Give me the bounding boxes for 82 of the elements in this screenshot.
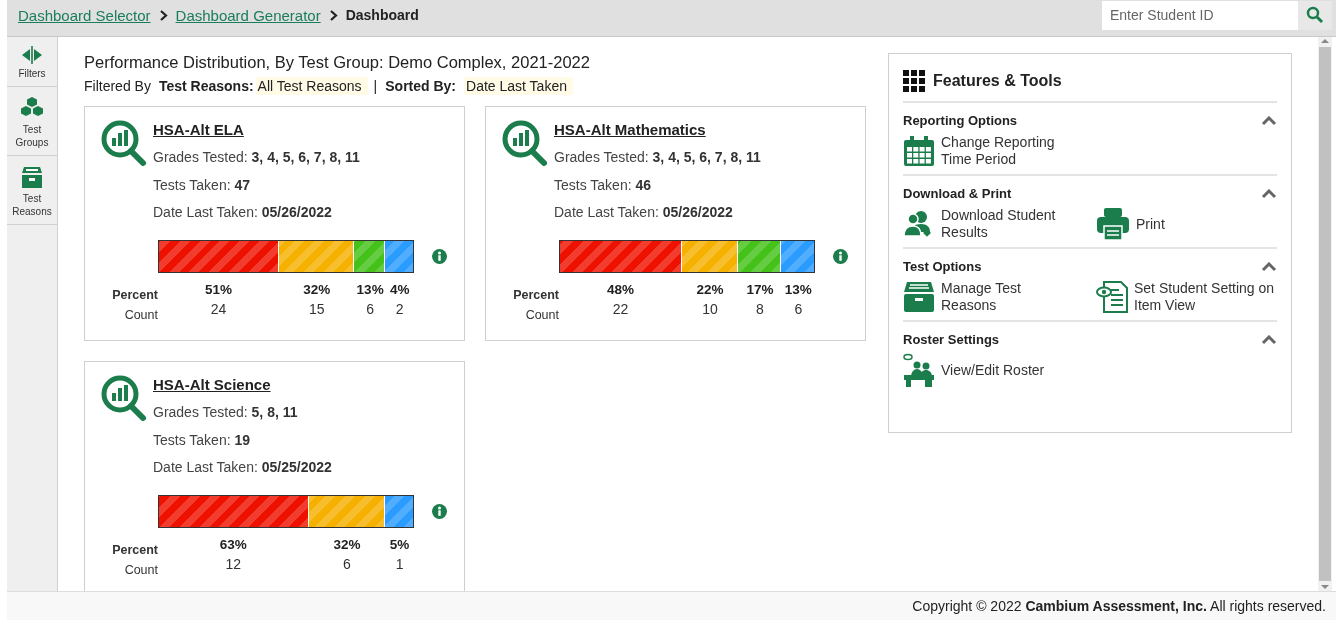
count-value: 15 xyxy=(309,299,325,319)
info-icon[interactable] xyxy=(432,248,447,264)
test-group-link[interactable]: HSA-Alt ELA xyxy=(153,121,244,138)
percent-value: 13% xyxy=(356,280,384,299)
percent-value: 48% xyxy=(606,280,634,299)
count-value: 12 xyxy=(225,554,242,574)
breadcrumb-current: Dashboard xyxy=(345,7,419,23)
percent-value: 13% xyxy=(784,280,812,299)
search-icon xyxy=(1306,6,1324,24)
test-group-link[interactable]: HSA-Alt Mathematics xyxy=(554,121,706,138)
panel-title: Features & Tools xyxy=(933,72,1062,90)
grid-icon xyxy=(903,70,925,92)
chart-search-icon xyxy=(99,119,149,169)
count-value: 6 xyxy=(343,554,351,574)
card-detail: Tests Taken: 47 xyxy=(153,175,252,195)
page-title: Performance Distribution, By Test Group: Demo Complex, 2021-2022 xyxy=(84,53,591,72)
percent-value: 5% xyxy=(389,535,410,554)
count-value: 22 xyxy=(612,299,629,319)
percent-value: 4% xyxy=(390,280,410,299)
count-value: 8 xyxy=(756,299,764,319)
tool-link[interactable]: Download Student Results xyxy=(903,207,1096,241)
sort-value: Date Last Taken xyxy=(464,77,573,95)
printer-icon xyxy=(1096,207,1130,241)
filter-value: All Test Reasons xyxy=(255,77,368,95)
filter-icon xyxy=(20,46,44,64)
section-header[interactable]: Download & Print xyxy=(903,186,1277,201)
count-label: Count xyxy=(525,306,559,324)
section-header[interactable]: Reporting Options xyxy=(903,113,1277,128)
breadcrumb-link[interactable]: Dashboard Generator xyxy=(175,6,321,24)
scrollbar[interactable] xyxy=(1318,37,1332,591)
student-id-field[interactable]: Enter Student ID xyxy=(1102,0,1298,30)
card-detail: Tests Taken: 19 xyxy=(153,430,252,450)
roster-icon xyxy=(903,353,935,387)
card-detail: Tests Taken: 46 xyxy=(554,175,653,195)
separator: | xyxy=(373,78,378,94)
count-label: Count xyxy=(124,306,158,324)
chart-search-icon xyxy=(99,374,149,424)
percent-value: 51% xyxy=(204,280,232,299)
percent-label: Percent xyxy=(112,541,158,559)
search-button[interactable] xyxy=(1298,0,1332,30)
filter-label: Test Reasons: xyxy=(158,78,254,94)
card-detail: Grades Tested: 5, 8, 11 xyxy=(153,403,299,422)
calendar-icon xyxy=(903,135,935,167)
info-icon[interactable] xyxy=(432,503,447,519)
section-header[interactable]: Test Options xyxy=(903,259,1277,274)
tool-link[interactable]: Manage Test Reasons xyxy=(903,280,1096,314)
sort-label: Sorted By: xyxy=(385,78,457,94)
section-header[interactable]: Roster Settings xyxy=(903,332,1277,347)
tool-link[interactable]: Set Student Setting on Item View xyxy=(1096,280,1276,314)
card-detail: Grades Tested: 3, 4, 5, 6, 7, 8, 11 xyxy=(554,148,761,167)
count-value: 10 xyxy=(702,299,718,319)
count-value: 6 xyxy=(794,299,803,319)
info-icon[interactable] xyxy=(833,248,848,264)
count-value: 24 xyxy=(210,299,227,319)
drawer-icon xyxy=(903,281,935,313)
eye-document-icon xyxy=(1096,281,1128,313)
percent-label: Percent xyxy=(513,286,559,304)
test-group-link[interactable]: HSA-Alt Science xyxy=(153,376,271,393)
count-value: 1 xyxy=(395,554,404,574)
count-value: 2 xyxy=(395,299,404,319)
count-label: Count xyxy=(124,561,158,579)
percent-value: 63% xyxy=(219,535,247,554)
percent-value: 22% xyxy=(696,280,724,299)
filter-caption: Filtered By xyxy=(84,78,151,94)
percent-value: 17% xyxy=(746,280,774,299)
card-detail: Grades Tested: 3, 4, 5, 6, 7, 8, 11 xyxy=(153,148,360,167)
card-detail: Date Last Taken: 05/25/2022 xyxy=(153,458,332,477)
percent-label: Percent xyxy=(112,286,158,304)
chart-search-icon xyxy=(500,119,550,169)
chevron-icon xyxy=(328,9,338,21)
tool-link[interactable]: Print xyxy=(1096,207,1276,241)
card-detail: Date Last Taken: 05/26/2022 xyxy=(153,203,333,222)
percent-value: 32% xyxy=(303,280,331,299)
chevron-icon xyxy=(158,9,168,21)
percent-value: 32% xyxy=(333,535,361,554)
drawer-icon xyxy=(21,165,43,189)
tool-link[interactable]: View/Edit Roster xyxy=(903,353,1096,387)
breadcrumb-link[interactable]: Dashboard Selector xyxy=(18,6,151,24)
card-detail: Date Last Taken: 05/26/2022 xyxy=(554,203,734,222)
tool-link[interactable]: Change Reporting Time Period xyxy=(903,134,1096,168)
copyright-text: Copyright © 2022 Cambium Assessment, Inc. All rights reserved. xyxy=(912,598,1326,614)
count-value: 6 xyxy=(366,299,374,319)
